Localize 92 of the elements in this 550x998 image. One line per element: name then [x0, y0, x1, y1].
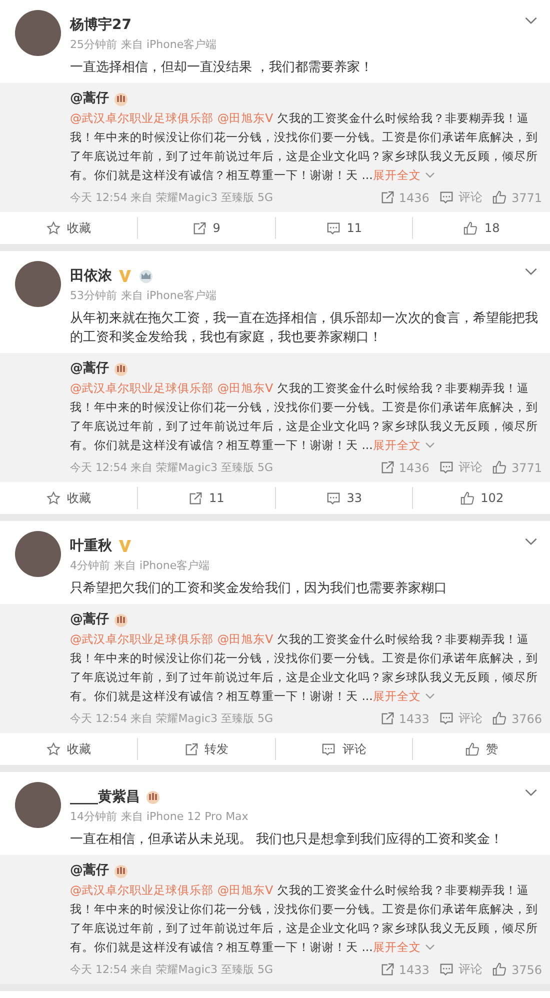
repost-icon: [188, 490, 203, 506]
avatar-photo[interactable]: [15, 531, 61, 577]
caret-down-icon[interactable]: [424, 944, 435, 951]
quoted-meta: 今天 12:54 来自 荣耀Magic3 至臻版 5G: [70, 190, 274, 205]
repost-icon[interactable]: [380, 460, 395, 475]
like-icon[interactable]: [492, 711, 508, 726]
post-time: 14分钟前: [70, 809, 117, 824]
post-source: 来自 iPhone 12 Pro Max: [121, 809, 248, 824]
user-name[interactable]: ____黄紫昌: [70, 788, 140, 806]
thumbs-up-icon: [460, 490, 475, 506]
chevron-down-icon[interactable]: [524, 16, 538, 25]
repost-count: 1436: [398, 460, 430, 474]
repost-count: 1436: [398, 190, 430, 204]
like-icon[interactable]: [492, 190, 508, 205]
comment-icon: [321, 742, 336, 756]
like-count: 3766: [511, 712, 542, 726]
repost-icon[interactable]: [380, 711, 395, 726]
comment-icon[interactable]: [439, 460, 454, 475]
like-icon[interactable]: [492, 962, 508, 977]
repost-icon: [192, 220, 207, 236]
post-time: 25分钟前: [70, 37, 117, 52]
user-name[interactable]: 叶重秋: [70, 537, 112, 555]
post-text: 一直选择相信，但却一直没结果 ，我们都需要养家！: [69, 59, 374, 77]
post-text: 只希望把欠我们的工资和奖金发给我们，因为我们也需要养家糊口: [69, 580, 448, 598]
post-source: 来自 iPhone客户端: [121, 288, 217, 303]
quoted-text: @武汉卓尔职业足球俱乐部 @田旭东V 欠我的工资奖金什么时候给我？非要糊弄我！逼我！年中来的时候没让你们花一分钱，没找你们要一分钱。工资是你们承诺年底解决，到了年底说过年前，到了过年前说过年后，这是企业文化吗？家乡球队我义无反顾，倾尽所有。你们就是这样没有诚信？相互尊重一下！谢谢！天 ...展开全文: [70, 110, 539, 184]
favorite-button[interactable]: 收藏: [0, 217, 137, 239]
star-icon: [46, 220, 61, 236]
quoted-text: @武汉卓尔职业足球俱乐部 @田旭东V 欠我的工资奖金什么时候给我？非要糊弄我！逼我！年中来的时候没让你们花一分钱，没找你们要一分钱。工资是你们承诺年底解决，到了年底说过年前，到了过年前说过年后，这是企业文化吗？家乡球队我义无反顾，倾尽所有。你们就是这样没有诚信？相互尊重一下！谢谢！天 ...展开全文: [70, 631, 539, 705]
post-time: 53分钟前: [70, 288, 117, 303]
like-button[interactable]: 赞: [412, 738, 550, 760]
comment-icon: [326, 490, 341, 506]
chevron-down-icon[interactable]: [524, 537, 538, 546]
user-name[interactable]: 杨博宇27: [70, 16, 132, 34]
quoted-author[interactable]: @蒿仔: [70, 610, 109, 630]
comment-label: 评论: [458, 710, 482, 727]
medal-badge-icon: [113, 361, 129, 377]
repost-button[interactable]: 转发: [136, 738, 274, 760]
medal-badge-icon: [113, 612, 129, 628]
chevron-down-icon[interactable]: [524, 788, 538, 797]
favorite-button[interactable]: 收藏: [0, 738, 137, 760]
comment-label: 评论: [458, 459, 482, 476]
quoted-text: @武汉卓尔职业足球俱乐部 @田旭东V 欠我的工资奖金什么时候给我？非要糊弄我！逼我！年中来的时候没让你们花一分钱，没找你们要一分钱。工资是你们承诺年底解决，到了年底说过年前，到了过年前说过年后，这是企业文化吗？家乡球队我义无反顾，倾尽所有。你们就是这样没有诚信？相互尊重一下！谢谢！天 ...展开全文: [70, 380, 539, 454]
comment-label: 评论: [458, 961, 482, 978]
comment-icon: [326, 220, 341, 236]
caret-down-icon[interactable]: [424, 693, 435, 700]
comment-button[interactable]: 评论: [274, 738, 412, 760]
avatar-photo[interactable]: [15, 10, 61, 56]
comment-icon[interactable]: [439, 962, 454, 977]
like-count: 3756: [511, 962, 542, 976]
quoted-meta: 今天 12:54 来自 荣耀Magic3 至臻版 5G: [70, 460, 274, 475]
like-button[interactable]: 18: [412, 217, 550, 239]
comment-label: 评论: [458, 189, 482, 206]
medal-badge-icon: [113, 863, 129, 879]
avatar-photo[interactable]: [15, 782, 61, 828]
comment-icon[interactable]: [439, 190, 454, 205]
comment-icon[interactable]: [439, 711, 454, 726]
post-source: 来自 iPhone客户端: [121, 37, 217, 52]
quoted-text: @武汉卓尔职业足球俱乐部 @田旭东V 欠我的工资奖金什么时候给我？非要糊弄我！逼我！年中来的时候没让你们花一分钱，没找你们要一分钱。工资是你们承诺年底解决，到了年底说过年前，到了过年前说过年后，这是企业文化吗？家乡球队我义无反顾，倾尽所有。你们就是这样没有诚信？相互尊重一下！谢谢！天 ...展开全文: [70, 882, 539, 956]
quoted-meta: 今天 12:54 来自 荣耀Magic3 至臻版 5G: [70, 711, 274, 726]
avatar-photo[interactable]: [15, 261, 61, 307]
medal-badge-icon: [113, 91, 129, 107]
thumbs-up-icon: [463, 220, 478, 236]
like-icon[interactable]: [492, 460, 508, 475]
quoted-author[interactable]: @蒿仔: [70, 359, 109, 379]
repost-icon: [184, 742, 199, 756]
quoted-meta: 今天 12:54 来自 荣耀Magic3 至臻版 5G: [70, 962, 274, 977]
repost-count: 1433: [398, 712, 430, 726]
post-time: 4分钟前: [70, 558, 110, 573]
post-text: 从年初来就在拖欠工资，我一直在选择相信，俱乐部却一次次的食言，希望能把我的工资和奖金发给我，我也有家庭，我也要养家糊口！: [69, 310, 539, 347]
thumbs-up-icon: [465, 742, 480, 756]
repost-count: 1433: [398, 962, 430, 976]
like-count: 3771: [511, 460, 542, 474]
repost-button[interactable]: 11: [136, 487, 274, 509]
like-button[interactable]: 102: [412, 487, 550, 509]
repost-icon[interactable]: [380, 190, 395, 205]
user-name[interactable]: 田依浓: [70, 267, 112, 285]
quoted-author[interactable]: @蒿仔: [70, 89, 109, 109]
like-count: 3771: [511, 190, 542, 204]
quoted-author[interactable]: @蒿仔: [70, 861, 109, 881]
comment-button[interactable]: 33: [274, 487, 412, 509]
repost-button[interactable]: 9: [136, 217, 274, 239]
favorite-button[interactable]: 收藏: [0, 487, 137, 509]
repost-icon[interactable]: [380, 962, 395, 977]
comment-button[interactable]: 11: [274, 217, 412, 239]
caret-down-icon[interactable]: [424, 442, 435, 449]
post-source: 来自 iPhone客户端: [114, 558, 210, 573]
chevron-down-icon[interactable]: [524, 267, 538, 276]
caret-down-icon[interactable]: [424, 172, 435, 179]
star-icon: [46, 742, 61, 756]
star-icon: [46, 490, 61, 506]
post-text: 一直在相信，但承诺从未兑现。 我们也只是想拿到我们应得的工资和奖金！: [69, 831, 504, 849]
